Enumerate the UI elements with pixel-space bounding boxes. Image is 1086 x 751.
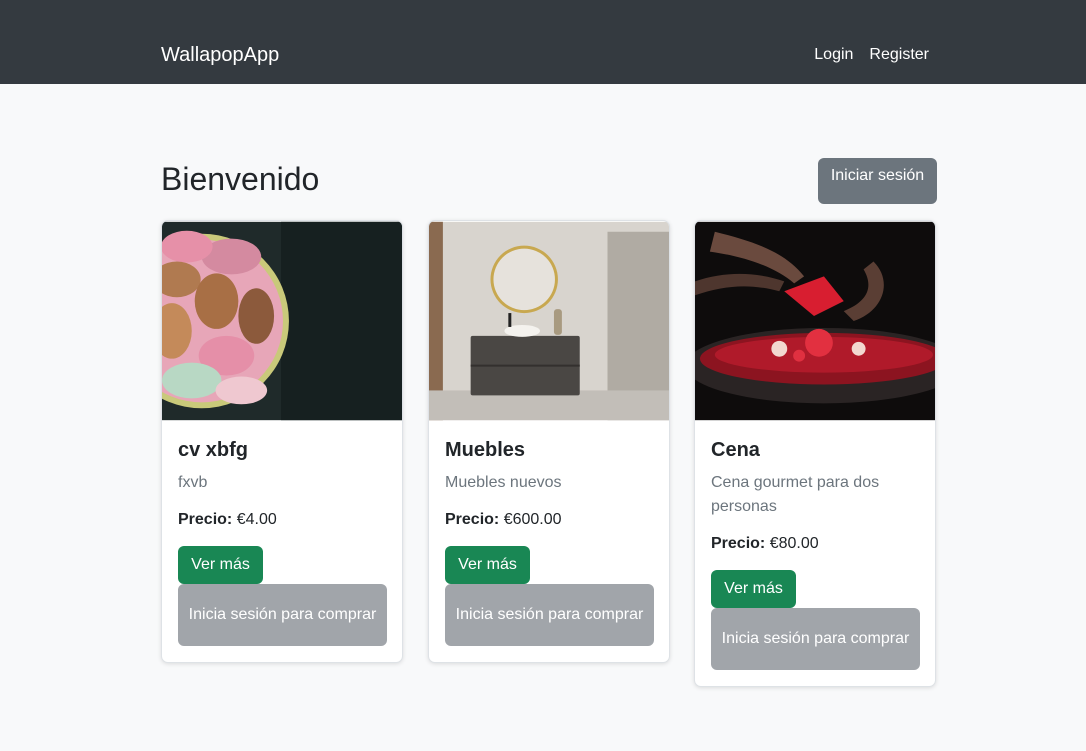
product-card: Muebles Muebles nuevos Precio: €600.00 V…: [428, 220, 670, 663]
card-body: cv xbfg fxvb Precio: €4.00 Ver más Inici…: [162, 421, 402, 662]
price-label: Precio:: [445, 511, 500, 528]
view-more-button[interactable]: Ver más: [445, 546, 530, 584]
login-to-buy-button[interactable]: Inicia sesión para comprar: [178, 584, 387, 646]
card-body: Muebles Muebles nuevos Precio: €600.00 V…: [429, 421, 669, 662]
view-more-button[interactable]: Ver más: [178, 546, 263, 584]
product-description: Muebles nuevos: [445, 474, 562, 491]
product-price: €600.00: [503, 511, 562, 528]
nav-links: Login Register: [814, 46, 929, 64]
product-card: cv xbfg fxvb Precio: €4.00 Ver más Inici…: [161, 220, 403, 663]
page-title: Bienvenido: [161, 161, 320, 197]
price-label: Precio:: [178, 511, 233, 528]
login-to-buy-button[interactable]: Inicia sesión para comprar: [711, 608, 920, 670]
product-title: cv xbfg: [178, 439, 249, 461]
product-price: €4.00: [236, 511, 277, 528]
product-price-row: Precio: €80.00: [711, 535, 919, 553]
nav-login-link[interactable]: Login: [814, 46, 853, 64]
nav-register-link[interactable]: Register: [869, 46, 929, 64]
view-more-button[interactable]: Ver más: [711, 570, 796, 608]
page-header: Bienvenido Iniciar sesión: [161, 158, 937, 204]
card-body: Cena Cena gourmet para dos personas Prec…: [695, 421, 935, 686]
price-label: Precio:: [711, 535, 766, 552]
product-description: Cena gourmet para dos personas: [711, 474, 880, 515]
product-title: Cena: [711, 439, 760, 461]
brand-link[interactable]: WallapopApp: [161, 44, 279, 67]
product-image-furniture: [429, 221, 669, 421]
product-image-macarons: [162, 221, 402, 421]
product-price-row: Precio: €4.00: [178, 511, 386, 529]
product-price-row: Precio: €600.00: [445, 511, 653, 529]
navbar: WallapopApp Login Register: [0, 0, 1086, 84]
product-image-dinner: [695, 221, 935, 421]
login-button[interactable]: Iniciar sesión: [818, 158, 937, 204]
product-title: Muebles: [445, 439, 526, 461]
product-price: €80.00: [769, 535, 819, 552]
product-description: fxvb: [178, 474, 208, 491]
product-card: Cena Cena gourmet para dos personas Prec…: [694, 220, 936, 687]
login-to-buy-button[interactable]: Inicia sesión para comprar: [445, 584, 654, 646]
